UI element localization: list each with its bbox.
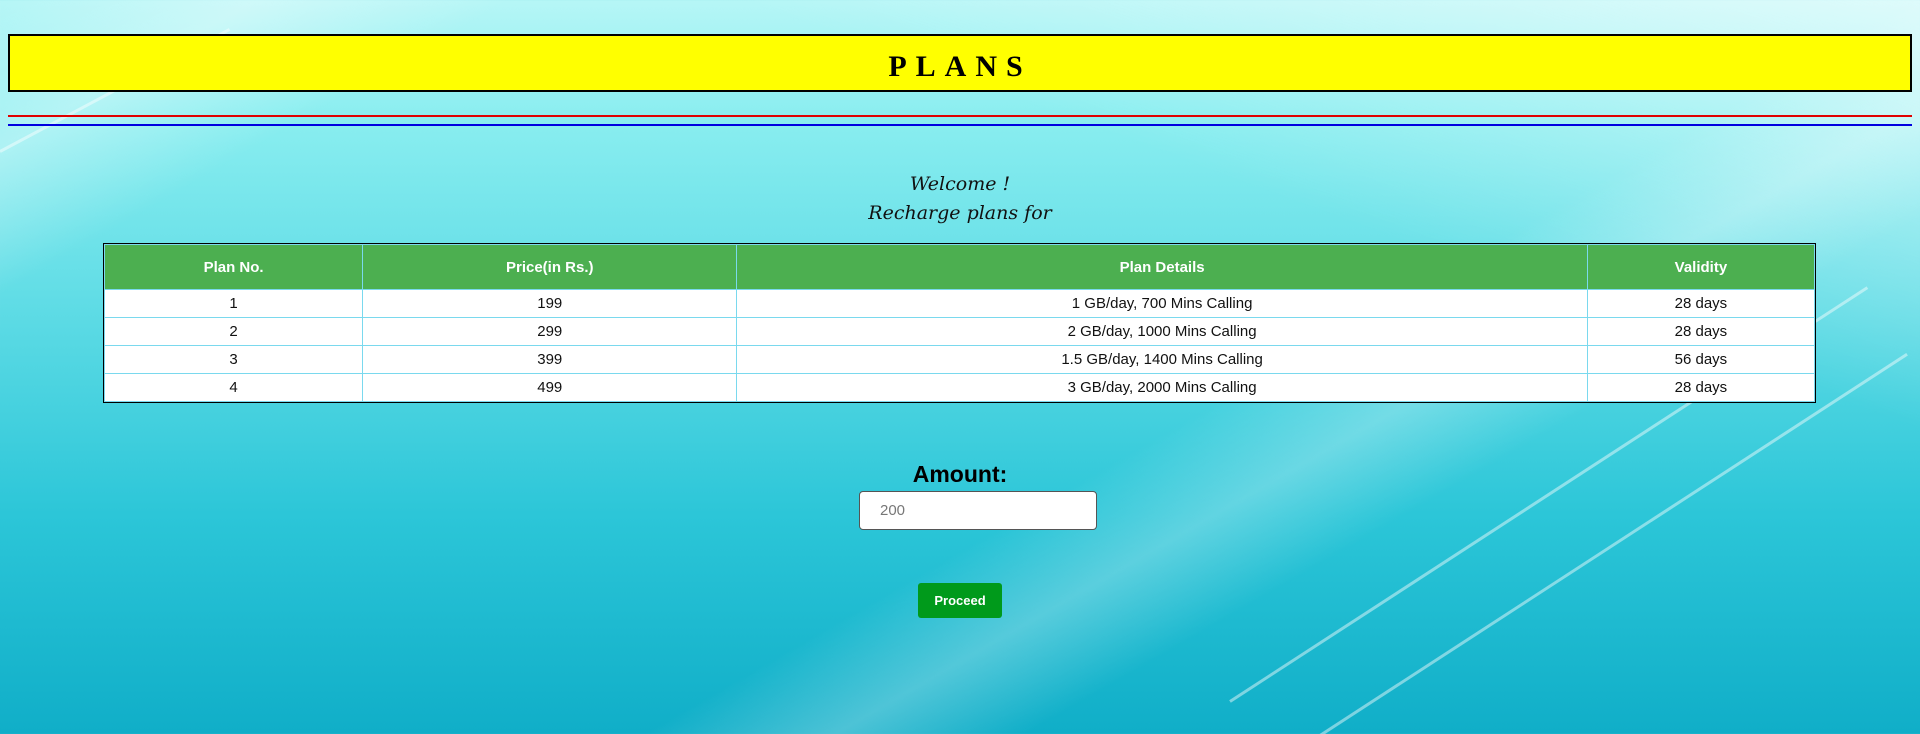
cell-plan-no: 1: [105, 290, 363, 317]
table-row: 4 499 3 GB/day, 2000 Mins Calling 28 day…: [105, 374, 1814, 401]
column-header-validity: Validity: [1587, 245, 1814, 289]
background-streak: [1319, 352, 1908, 734]
plans-table: Plan No. Price(in Rs.) Plan Details Vali…: [103, 243, 1816, 403]
cell-plan-no: 3: [105, 346, 363, 373]
amount-input[interactable]: [859, 491, 1097, 530]
divider-red: [8, 115, 1912, 117]
welcome-message: Welcome ! Recharge plans for: [0, 170, 1920, 228]
proceed-button[interactable]: Proceed: [918, 583, 1002, 618]
cell-plan-no: 4: [105, 374, 363, 401]
divider-blue: [8, 124, 1912, 126]
table-row: 2 299 2 GB/day, 1000 Mins Calling 28 day…: [105, 318, 1814, 345]
cell-plan-details: 1 GB/day, 700 Mins Calling: [737, 290, 1587, 317]
table-row: 1 199 1 GB/day, 700 Mins Calling 28 days: [105, 290, 1814, 317]
cell-validity: 28 days: [1587, 374, 1814, 401]
table-row: 3 399 1.5 GB/day, 1400 Mins Calling 56 d…: [105, 346, 1814, 373]
cell-price: 199: [363, 290, 737, 317]
cell-plan-details: 1.5 GB/day, 1400 Mins Calling: [737, 346, 1587, 373]
cell-validity: 28 days: [1587, 290, 1814, 317]
cell-plan-no: 2: [105, 318, 363, 345]
cell-price: 299: [363, 318, 737, 345]
column-header-price: Price(in Rs.): [363, 245, 737, 289]
amount-label: Amount:: [912, 461, 1008, 487]
column-header-plan-no: Plan No.: [105, 245, 363, 289]
cell-price: 399: [363, 346, 737, 373]
cell-validity: 56 days: [1587, 346, 1814, 373]
table-header-row: Plan No. Price(in Rs.) Plan Details Vali…: [105, 245, 1814, 289]
column-header-plan-details: Plan Details: [737, 245, 1587, 289]
title-bar: PLANS: [8, 34, 1912, 92]
cell-plan-details: 3 GB/day, 2000 Mins Calling: [737, 374, 1587, 401]
cell-validity: 28 days: [1587, 318, 1814, 345]
cell-plan-details: 2 GB/day, 1000 Mins Calling: [737, 318, 1587, 345]
welcome-subline: Recharge plans for: [868, 202, 1052, 224]
cell-price: 499: [363, 374, 737, 401]
page-title: PLANS: [888, 50, 1032, 83]
welcome-line: Welcome !: [909, 173, 1011, 195]
